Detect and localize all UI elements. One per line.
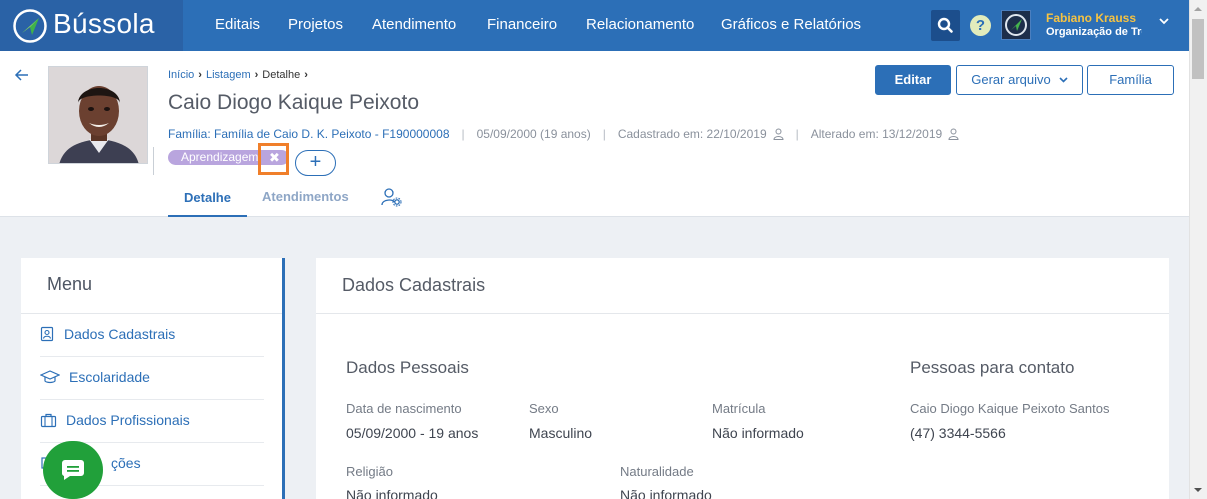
created-date: Cadastrado em: 22/10/2019	[617, 127, 767, 141]
menu-item-escolaridade[interactable]: Escolaridade	[40, 357, 264, 400]
close-icon: ✖	[269, 150, 280, 165]
scrollbar-thumb[interactable]	[1192, 19, 1204, 79]
nav-atendimento[interactable]: Atendimento	[372, 16, 456, 33]
chevron-down-icon	[1059, 77, 1068, 83]
registration-card: Dados Cadastrais Dados Pessoais Pessoas …	[316, 258, 1169, 499]
contact-phone: (47) 3344-5566	[910, 425, 1006, 441]
top-navbar: Bússola Editais Projetos Atendimento Fin…	[0, 0, 1189, 51]
user-icon	[948, 128, 959, 140]
religion-label: Religião	[346, 464, 393, 479]
graduation-cap-icon	[40, 370, 60, 384]
chat-icon	[61, 460, 84, 480]
compass-avatar-icon	[1005, 14, 1027, 36]
compass-logo-icon	[13, 9, 47, 43]
help-icon[interactable]: ?	[970, 15, 991, 36]
search-button[interactable]	[931, 10, 960, 41]
add-tag-button[interactable]: +	[295, 150, 336, 176]
birth-value: 05/09/2000 - 19 anos	[346, 425, 479, 441]
enrollment-value: Não informado	[712, 425, 804, 441]
section-contacts-title: Pessoas para contato	[910, 358, 1075, 377]
section-personal-title: Dados Pessoais	[346, 358, 469, 377]
id-card-icon	[40, 326, 54, 342]
naturality-value: Não informado	[620, 487, 712, 499]
breadcrumb: Início › Listagem › Detalhe ›	[168, 69, 312, 81]
nav-projetos[interactable]: Projetos	[288, 16, 343, 33]
search-icon	[937, 17, 953, 33]
sex-label: Sexo	[529, 401, 559, 416]
updated-date: Alterado em: 13/12/2019	[810, 127, 943, 141]
meta-divider: |	[461, 127, 465, 141]
enrollment-label: Matrícula	[712, 401, 766, 416]
family-button[interactable]: Família	[1087, 65, 1174, 95]
brand-block[interactable]: Bússola	[0, 0, 183, 51]
menu-item-label: ções	[111, 455, 141, 471]
breadcrumb-separator: ›	[304, 69, 308, 81]
person-photo	[48, 66, 148, 164]
sex-value: Masculino	[529, 425, 593, 441]
brand-name: Bússola	[53, 8, 155, 39]
menu-item-dados-cadastrais[interactable]: Dados Cadastrais	[40, 314, 264, 357]
menu-item-label: Dados Profissionais	[66, 412, 190, 428]
generate-file-button[interactable]: Gerar arquivo	[956, 65, 1083, 95]
breadcrumb-separator: ›	[198, 69, 202, 81]
birth-date: 05/09/2000 (19 anos)	[476, 127, 591, 141]
card-divider	[316, 313, 1169, 314]
family-label: Família:	[168, 127, 211, 141]
menu-item-label: Escolaridade	[69, 369, 150, 385]
breadcrumb-separator: ›	[254, 69, 259, 81]
person-portrait-icon	[49, 67, 147, 163]
chat-button[interactable]	[43, 441, 103, 499]
menu-item-dados-profissionais[interactable]: Dados Profissionais	[40, 400, 264, 443]
back-arrow-icon[interactable]	[14, 67, 30, 83]
user-settings-icon[interactable]	[381, 187, 403, 207]
meta-divider: |	[602, 127, 606, 141]
page-title: Caio Diogo Kaique Peixoto	[168, 91, 419, 114]
nav-graficos-relatorios[interactable]: Gráficos e Relatórios	[721, 16, 861, 33]
birth-label: Data de nascimento	[346, 401, 462, 416]
tab-atendimentos[interactable]: Atendimentos	[262, 189, 349, 204]
person-meta: Família: Família de Caio D. K. Peixoto -…	[168, 127, 959, 141]
family-link[interactable]: Família de Caio D. K. Peixoto - F1900000…	[214, 127, 449, 141]
nav-relacionamento[interactable]: Relacionamento	[586, 16, 694, 33]
meta-divider: |	[795, 127, 799, 141]
user-org[interactable]: Organização de Tre	[1046, 26, 1142, 38]
religion-value: Não informado	[346, 487, 438, 499]
chevron-down-icon[interactable]	[1157, 14, 1171, 28]
menu-item-label: Dados Cadastrais	[64, 326, 176, 342]
scroll-up-arrow-icon[interactable]	[1189, 0, 1207, 18]
breadcrumb-home[interactable]: Início	[168, 69, 194, 81]
menu-title: Menu	[47, 274, 93, 294]
scroll-down-arrow-icon[interactable]	[1189, 481, 1207, 499]
card-title: Dados Cadastrais	[342, 275, 486, 295]
remove-tag-button[interactable]: ✖	[258, 143, 289, 175]
user-name[interactable]: Fabiano Krauss	[1046, 11, 1136, 25]
tab-detalhe[interactable]: Detalhe	[168, 189, 247, 217]
avatar[interactable]	[1001, 10, 1031, 40]
briefcase-icon	[40, 413, 57, 428]
edit-button[interactable]: Editar	[875, 65, 951, 95]
breadcrumb-list[interactable]: Listagem	[206, 69, 251, 81]
nav-editais[interactable]: Editais	[215, 16, 260, 33]
nav-financeiro[interactable]: Financeiro	[487, 16, 557, 33]
person-header: Início › Listagem › Detalhe › Caio Diogo Kaiq…	[0, 51, 1189, 217]
photo-divider	[153, 147, 154, 175]
contact-name: Caio Diogo Kaique Peixoto Santos	[910, 401, 1110, 416]
user-icon	[773, 128, 784, 140]
generate-file-label: Gerar arquivo	[971, 72, 1051, 87]
breadcrumb-current: Detalhe	[262, 69, 301, 81]
naturality-label: Naturalidade	[620, 464, 694, 479]
